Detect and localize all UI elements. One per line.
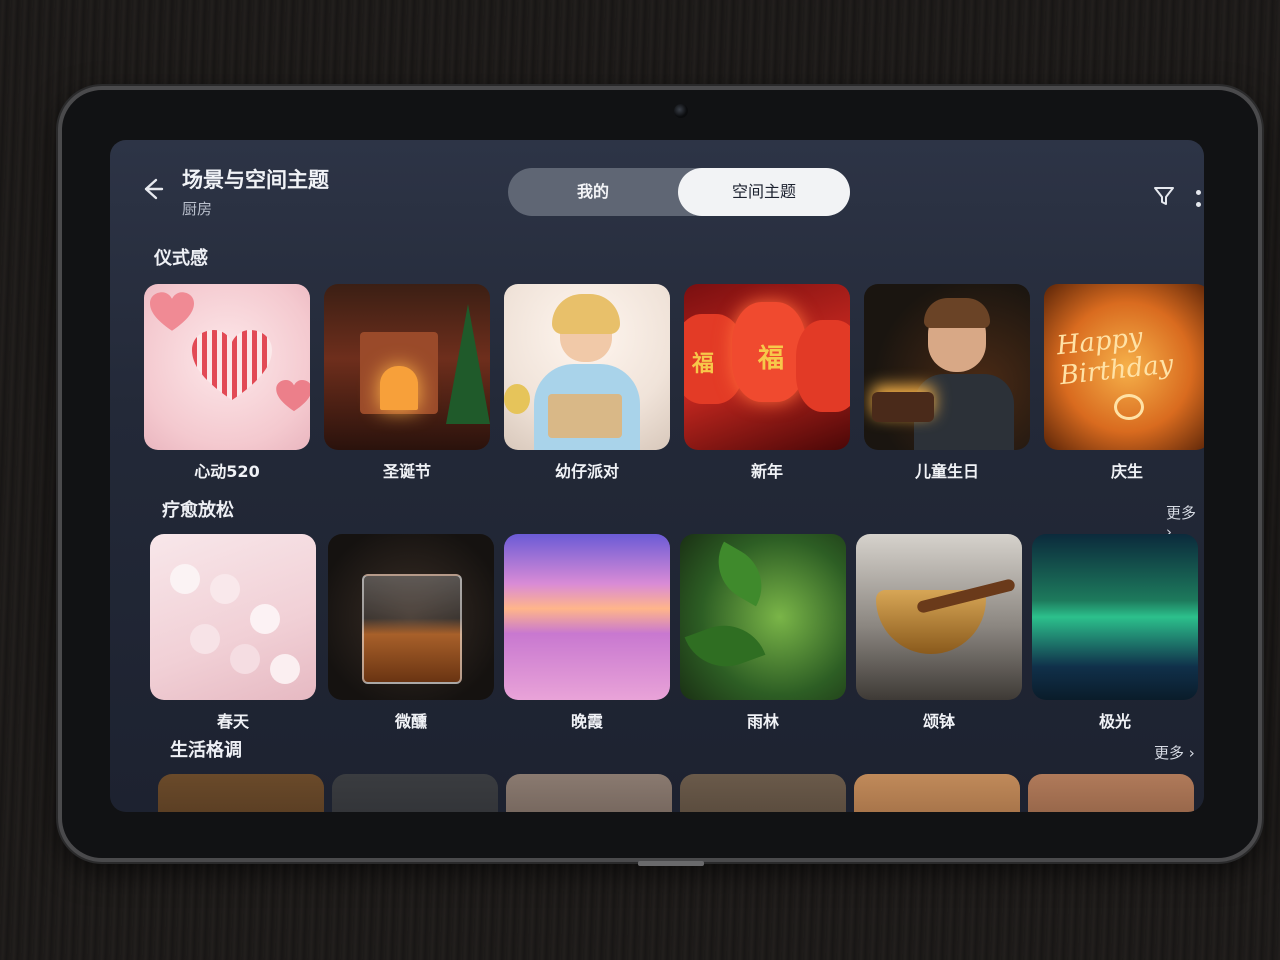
theme-card[interactable]: 极光: [1032, 534, 1198, 732]
tab-space-theme[interactable]: 空间主题: [678, 168, 850, 216]
theme-card[interactable]: 颂钵: [856, 534, 1022, 732]
theme-label: 春天: [216, 712, 249, 731]
theme-thumbnail: [680, 774, 846, 812]
theme-thumbnail: [504, 284, 670, 450]
theme-thumbnail: [328, 534, 494, 700]
theme-card[interactable]: 福 福 新年: [684, 284, 850, 482]
more-link-lifestyle[interactable]: 更多 ›: [1154, 742, 1195, 763]
theme-card[interactable]: 晚霞: [504, 534, 670, 732]
theme-thumbnail: [158, 774, 324, 812]
theme-thumbnail: [1028, 774, 1194, 812]
theme-card[interactable]: 雨林: [680, 534, 846, 732]
more-grid-icon[interactable]: [1194, 188, 1204, 210]
theme-card[interactable]: [332, 774, 498, 812]
segmented-control: 我的 空间主题: [508, 168, 850, 216]
back-arrow-icon[interactable]: [136, 174, 166, 204]
page-title: 场景与空间主题: [182, 168, 329, 192]
theme-label: 微醺: [394, 712, 427, 731]
section-title-relax: 疗愈放松: [162, 500, 234, 521]
theme-card[interactable]: [1028, 774, 1194, 812]
theme-card[interactable]: Happy Birthday 庆生: [1044, 284, 1204, 482]
theme-card[interactable]: [680, 774, 846, 812]
theme-label: 晚霞: [570, 712, 603, 731]
theme-thumbnail: [332, 774, 498, 812]
section-title-ritual: 仪式感: [154, 248, 208, 269]
theme-thumbnail: Happy Birthday: [1044, 284, 1204, 450]
theme-thumbnail: [144, 284, 310, 450]
theme-card[interactable]: [854, 774, 1020, 812]
theme-thumbnail: [506, 774, 672, 812]
theme-label: 雨林: [746, 712, 779, 731]
section-title-lifestyle: 生活格调: [170, 740, 242, 761]
theme-label: 心动520: [194, 462, 260, 481]
filter-icon[interactable]: [1152, 184, 1176, 208]
theme-thumbnail: [1032, 534, 1198, 700]
theme-label: 庆生: [1110, 462, 1143, 481]
theme-thumbnail: 福 福: [684, 284, 850, 450]
app-screen: 场景与空间主题 厨房 我的 空间主题 仪式感 心动520 圣诞节 幼仔派对 福 …: [110, 140, 1204, 812]
theme-card[interactable]: [506, 774, 672, 812]
theme-thumbnail: [150, 534, 316, 700]
theme-label: 新年: [750, 462, 783, 481]
theme-thumbnail: [324, 284, 490, 450]
header: 场景与空间主题 厨房 我的 空间主题: [110, 140, 1204, 230]
theme-label: 极光: [1098, 712, 1131, 731]
theme-card[interactable]: 心动520: [144, 284, 310, 482]
tab-mine[interactable]: 我的: [508, 168, 678, 216]
theme-thumbnail: [504, 534, 670, 700]
theme-card[interactable]: 微醺: [328, 534, 494, 732]
theme-card[interactable]: 圣诞节: [324, 284, 490, 482]
theme-card[interactable]: 儿童生日: [864, 284, 1030, 482]
page-subtitle: 厨房: [182, 200, 213, 218]
theme-thumbnail: [856, 534, 1022, 700]
theme-label: 颂钵: [922, 712, 955, 731]
charging-port: [638, 861, 704, 866]
theme-card[interactable]: 幼仔派对: [504, 284, 670, 482]
theme-thumbnail: [854, 774, 1020, 812]
theme-label: 圣诞节: [382, 462, 431, 481]
theme-label: 儿童生日: [914, 462, 979, 481]
theme-thumbnail: [680, 534, 846, 700]
theme-thumbnail: [864, 284, 1030, 450]
front-camera: [674, 104, 688, 118]
theme-label: 幼仔派对: [554, 462, 619, 481]
theme-card[interactable]: [158, 774, 324, 812]
theme-card[interactable]: 春天: [150, 534, 316, 732]
tablet-frame: 场景与空间主题 厨房 我的 空间主题 仪式感 心动520 圣诞节 幼仔派对 福 …: [58, 86, 1262, 866]
